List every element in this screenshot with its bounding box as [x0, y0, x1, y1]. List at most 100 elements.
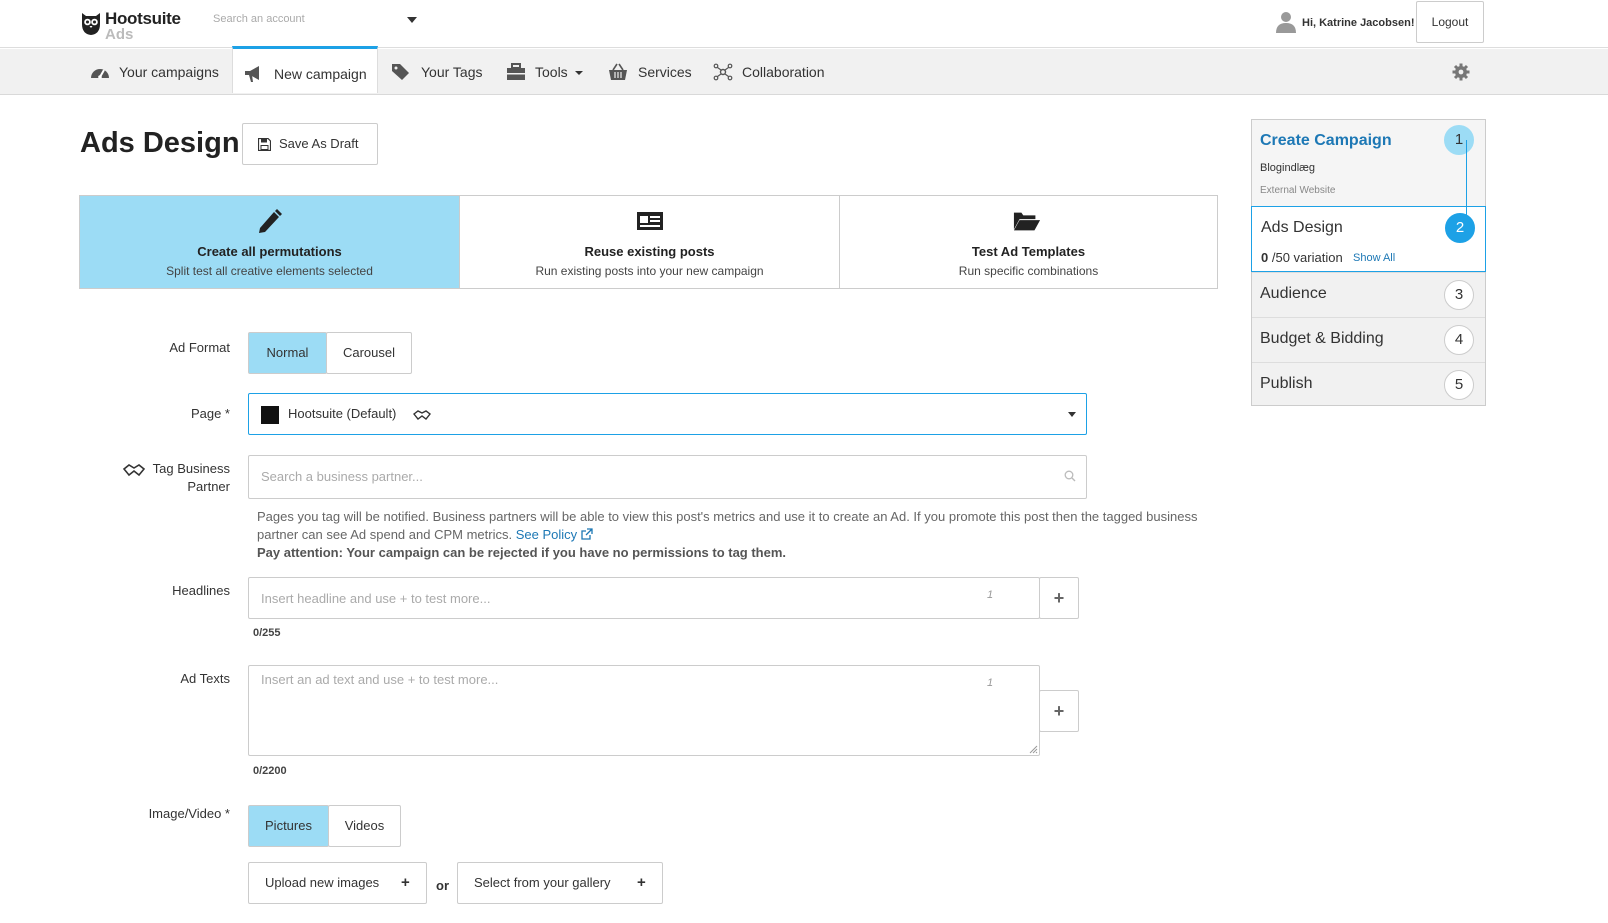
ad-text-index: 1	[987, 677, 994, 689]
nav-tools[interactable]: Tools	[506, 49, 586, 95]
save-draft-label: Save As Draft	[279, 136, 359, 151]
tags-icon	[392, 64, 409, 80]
step-name: Audience	[1260, 285, 1327, 302]
headlines-label: Headlines	[172, 583, 230, 598]
or-separator: or	[436, 878, 449, 893]
post-card-icon	[637, 212, 663, 230]
nav-label: Your campaigns	[119, 64, 219, 80]
pencil-icon	[259, 209, 282, 233]
search-icon	[1064, 470, 1076, 482]
ad-text-textarea[interactable]: Insert an ad text and use + to test more…	[248, 665, 1040, 756]
media-pictures[interactable]: Pictures	[248, 805, 329, 847]
network-icon	[713, 63, 733, 81]
step-create-campaign[interactable]: Create Campaign 1 Blogindlæg External We…	[1252, 120, 1485, 206]
nav-new-campaign[interactable]: New campaign	[232, 46, 378, 93]
save-as-draft-button[interactable]: Save As Draft	[242, 123, 378, 165]
nav-your-tags[interactable]: Your Tags	[391, 49, 491, 95]
toolbox-icon	[507, 63, 525, 80]
page-avatar	[261, 406, 279, 424]
add-headline-button[interactable]: +	[1039, 577, 1079, 619]
step-connector	[1466, 140, 1467, 240]
mode-subtitle: Run specific combinations	[958, 264, 1099, 278]
step-detail: External Website	[1260, 185, 1336, 196]
see-policy-link[interactable]: See Policy	[516, 527, 577, 542]
caret-down-icon	[575, 71, 583, 75]
headline-char-count: 0/255	[253, 627, 281, 639]
show-all-link[interactable]: Show All	[1353, 252, 1395, 264]
step-number: 4	[1444, 325, 1474, 355]
resize-handle-icon[interactable]	[1029, 745, 1038, 754]
plus-icon: +	[637, 874, 646, 891]
user-avatar-icon	[1276, 12, 1296, 33]
nav-services[interactable]: Services	[608, 49, 698, 95]
mode-subtitle: Run existing posts into your new campaig…	[535, 264, 764, 278]
nav-label: Tools	[535, 64, 568, 80]
brand-sub: Ads	[105, 26, 134, 43]
business-partner-search-input[interactable]: Search a business partner...	[248, 455, 1087, 499]
page-select[interactable]: Hootsuite (Default)	[248, 393, 1087, 435]
help-text: Pages you tag will be notified. Business…	[257, 509, 1198, 542]
step-name: Create Campaign	[1260, 132, 1392, 149]
headline-index: 1	[987, 589, 994, 601]
media-videos[interactable]: Videos	[328, 805, 401, 847]
owl-logo-icon	[82, 13, 100, 35]
campaign-steps: Create Campaign 1 Blogindlæg External We…	[1251, 119, 1486, 406]
megaphone-icon	[245, 66, 259, 82]
step-detail: Blogindlæg	[1260, 162, 1316, 174]
account-search-placeholder: Search an account	[213, 13, 305, 25]
main-nav: Your campaigns New campaign Your Tags To…	[0, 46, 1608, 95]
nav-label: Services	[638, 64, 692, 80]
caret-down-icon	[407, 17, 417, 23]
basket-icon	[609, 63, 627, 80]
mode-title: Reuse existing posts	[584, 244, 715, 259]
plus-icon: +	[401, 874, 410, 891]
upload-new-images-button[interactable]: Upload new images +	[248, 862, 427, 904]
mode-title: Create all permutations	[197, 244, 342, 259]
add-ad-text-button[interactable]: +	[1039, 690, 1079, 732]
top-header: Hootsuite Ads Search an account Hi, Katr…	[0, 0, 1608, 48]
image-video-label: Image/Video *	[148, 806, 230, 821]
account-search-dropdown[interactable]: Search an account	[213, 13, 423, 33]
ad-texts-label: Ad Texts	[180, 671, 230, 686]
mode-subtitle: Split test all creative elements selecte…	[166, 264, 373, 278]
mode-reuse-existing-posts[interactable]: Reuse existing posts Run existing posts …	[459, 196, 839, 288]
campaign-mode-selector: Create all permutations Split test all c…	[79, 195, 1218, 289]
select-from-gallery-button[interactable]: Select from your gallery +	[457, 862, 663, 904]
step-name: Budget & Bidding	[1260, 330, 1384, 347]
page-label: Page *	[190, 406, 230, 421]
step-ads-design[interactable]: Ads Design 2 0 /50 variation Show All	[1251, 206, 1486, 272]
ad-text-placeholder: Insert an ad text and use + to test more…	[261, 672, 499, 687]
logout-button[interactable]: Logout	[1416, 1, 1484, 43]
ad-format-normal[interactable]: Normal	[248, 332, 327, 374]
folder-open-icon	[1013, 212, 1041, 231]
step-budget-bidding[interactable]: Budget & Bidding 4	[1252, 317, 1485, 362]
ad-format-carousel[interactable]: Carousel	[326, 332, 412, 374]
ad-format-label: Ad Format	[169, 340, 230, 355]
step-number: 1	[1444, 125, 1474, 155]
mode-test-ad-templates[interactable]: Test Ad Templates Run specific combinati…	[839, 196, 1217, 288]
step-name: Publish	[1260, 375, 1313, 392]
floppy-disk-icon	[258, 138, 271, 151]
page-select-value: Hootsuite (Default)	[288, 406, 397, 421]
nav-label: Collaboration	[742, 64, 825, 80]
gear-icon[interactable]	[1452, 63, 1470, 81]
nav-label: Your Tags	[421, 64, 483, 80]
mode-title: Test Ad Templates	[971, 244, 1086, 259]
variation-text: /50 variation	[1271, 250, 1343, 265]
step-name: Ads Design	[1261, 219, 1343, 236]
nav-your-campaigns[interactable]: Your campaigns	[90, 49, 230, 95]
nav-collaboration[interactable]: Collaboration	[713, 49, 833, 95]
mode-create-all-permutations[interactable]: Create all permutations Split test all c…	[80, 196, 459, 288]
page-title: Ads Design	[80, 127, 240, 159]
step-number: 5	[1444, 370, 1474, 400]
step-audience[interactable]: Audience 3	[1252, 272, 1485, 317]
step-number: 2	[1445, 213, 1475, 243]
variation-count: 0 /50 variation	[1261, 250, 1343, 265]
headline-input[interactable]: Insert headline and use + to test more..…	[248, 577, 1040, 619]
hootsuite-ads-logo[interactable]: Hootsuite Ads	[80, 8, 200, 43]
greeting-text: Hi, Katrine Jacobsen!	[1302, 17, 1415, 29]
step-publish[interactable]: Publish 5	[1252, 362, 1485, 406]
upload-label: Upload new images	[265, 875, 380, 890]
caret-down-icon	[1068, 412, 1076, 417]
business-partner-help: Pages you tag will be notified. Business…	[257, 508, 1217, 562]
